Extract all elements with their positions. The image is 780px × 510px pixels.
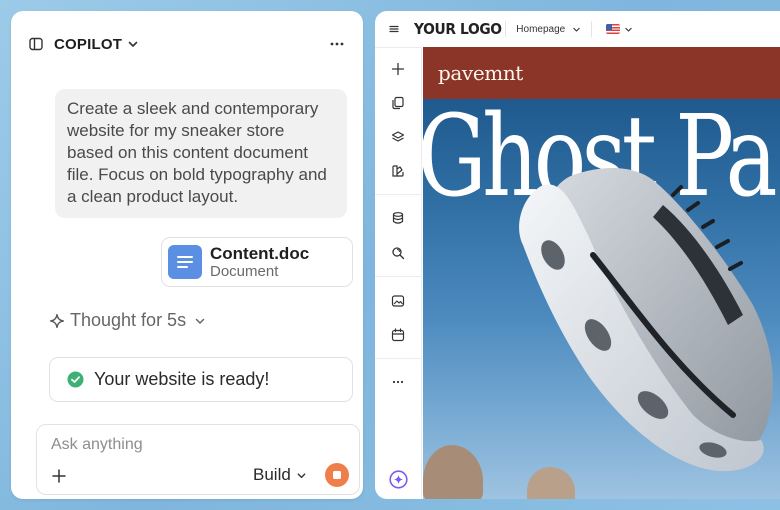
divider (591, 21, 593, 37)
stop-button[interactable] (325, 463, 349, 487)
database-icon[interactable] (391, 211, 405, 225)
hero-section: Ghost Pa (423, 99, 780, 499)
thought-toggle[interactable]: Thought for 5s (49, 310, 206, 331)
pages-icon[interactable] (391, 96, 405, 110)
layers-icon[interactable] (391, 130, 405, 144)
menu-icon[interactable] (388, 23, 400, 35)
prompt-input[interactable] (51, 434, 331, 456)
search-icon[interactable] (391, 246, 405, 260)
chevron-down-icon[interactable] (127, 38, 139, 50)
copilot-panel: COPILOT Create a sleek and contemporary … (11, 11, 363, 499)
prompt-composer: Build (36, 424, 360, 495)
user-message: Create a sleek and contemporary website … (55, 89, 347, 218)
calendar-icon[interactable] (391, 328, 405, 342)
document-icon (168, 245, 202, 279)
chevron-down-icon (573, 27, 580, 32)
image-icon[interactable] (391, 294, 405, 308)
site-builder-window: YOUR LOGO Homepage pavemnt Ghost Pa (375, 11, 780, 499)
sparkle-icon (49, 313, 65, 328)
more-icon[interactable] (391, 375, 405, 389)
status-message: Your website is ready! (94, 369, 270, 389)
attachment-type: Document (210, 262, 279, 280)
attachment-card[interactable]: Content.doc Document (161, 237, 353, 287)
builder-topbar: YOUR LOGO Homepage (375, 11, 780, 47)
sidebar-toggle-icon[interactable] (29, 37, 43, 51)
mode-label: Build (253, 465, 291, 484)
plus-icon[interactable] (391, 62, 405, 76)
page-selector-label: Homepage (516, 23, 566, 35)
rock-image (423, 445, 483, 499)
chevron-down-icon (625, 27, 632, 32)
copilot-header: COPILOT (29, 33, 345, 55)
thought-label: Thought for 5s (70, 310, 187, 330)
divider (375, 358, 422, 359)
chevron-down-icon (195, 318, 205, 324)
ai-sparkle-icon[interactable] (389, 470, 408, 489)
add-attachment-icon[interactable] (51, 468, 67, 484)
stop-icon (333, 471, 341, 479)
chevron-down-icon (297, 472, 306, 478)
tool-rail (375, 47, 422, 499)
page-selector[interactable]: Homepage (516, 24, 581, 35)
status-card: Your website is ready! (49, 357, 353, 402)
website-preview[interactable]: pavemnt Ghost Pa (423, 47, 780, 499)
divider (375, 194, 422, 195)
more-options-icon[interactable] (329, 36, 345, 52)
sneaker-image (519, 168, 773, 472)
preview-brand[interactable]: pavemnt (438, 61, 523, 85)
check-circle-icon (67, 371, 84, 388)
locale-selector[interactable] (606, 24, 633, 34)
divider (505, 21, 507, 37)
site-logo[interactable]: YOUR LOGO (414, 20, 502, 38)
palette-icon[interactable] (391, 164, 405, 178)
divider (375, 276, 422, 277)
attachment-name: Content.doc (210, 243, 310, 263)
us-flag-icon (606, 24, 621, 34)
mode-selector[interactable]: Build (253, 465, 307, 485)
copilot-title[interactable]: COPILOT (54, 36, 122, 53)
